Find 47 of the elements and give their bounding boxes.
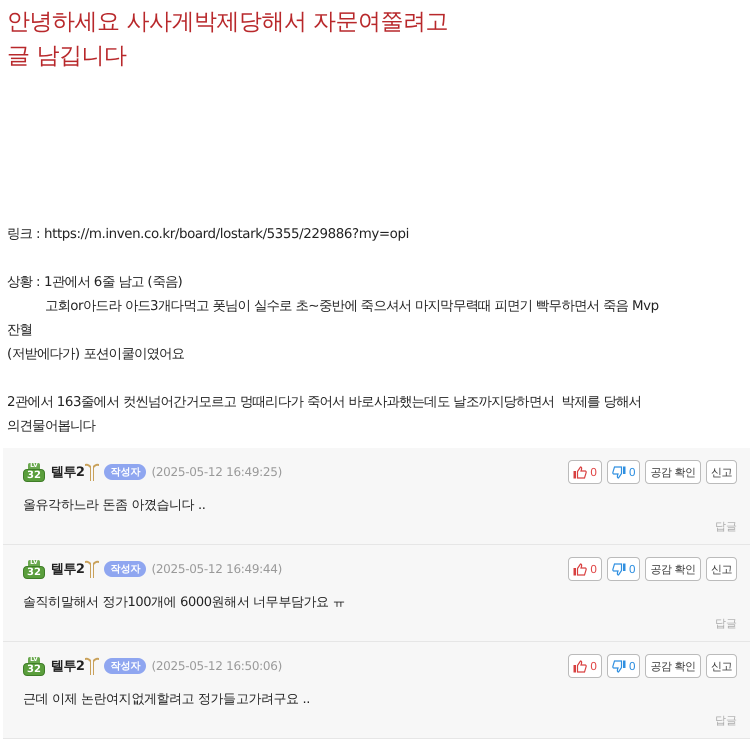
body-text: 상황 : 1관에서 6줄 남고 (죽음) [7,274,184,292]
comment-text: 솔직히말해서 정가100개에 6000원해서 너무부담가요 ㅠ [23,594,346,612]
check-likes-button[interactable]: 공감 확인 [645,557,701,581]
dislike-button[interactable]: 0 [606,654,640,678]
body-text: 2관에서 163줄에서 컷씬넘어간거모르고 멍때리다가 죽어서 바로사과했는데도 날조까지당하면서 박제를 당해서 [7,394,642,412]
comment-text: 올유각하느라 돈좀 아꼈습니다 .. [23,497,206,515]
thumbs-up-icon [573,660,588,672]
report-button[interactable]: 신고 [706,654,737,678]
dislike-button[interactable]: 0 [606,557,640,581]
body-text: 의견물어봅니다 [7,418,97,436]
body-text: 고회or아드라 아드3개다먹고 폿님이 실수로 초~중반에 죽으셔서 마지막무력때 피면기 빡무하면서 죽음 Mvp [44,298,660,316]
like-button[interactable]: 0 [568,654,602,678]
check-likes-button[interactable]: 공감 확인 [645,654,701,678]
comment-text: 근데 이제 논란여지없게할려고 정가들고가려구요 .. [23,691,311,709]
body-text: 링크 : https://m.inven.co.kr/board/lostark/5355/229886?my=opi [7,226,410,244]
thumbs-down-icon [612,660,626,672]
body-text: 잔혈 [7,322,34,340]
reply-link[interactable]: 답글 [715,616,737,631]
emblem-icon [84,559,100,579]
comment-time: (2025-05-12 16:49:25) [151,465,282,479]
reply-link[interactable]: 답글 [715,519,737,534]
author-name: 텔투2 [50,464,84,481]
report-button[interactable]: 신고 [706,460,737,484]
comment-time: (2025-05-12 16:49:44) [151,562,282,576]
level-badge: 32 [23,566,45,578]
emblem-icon [84,462,100,482]
thumbs-up-icon [573,562,588,576]
dislike-button[interactable]: 0 [606,460,640,484]
author-tag: 작성자 [104,561,146,577]
level-badge: 32 [23,468,45,482]
author-name: 텔투2 [50,561,84,578]
thumbs-up-icon [573,466,588,478]
level-badge: 32 [23,662,45,676]
comment-time: (2025-05-12 16:50:06) [151,659,282,673]
thumbs-down-icon [612,562,626,576]
report-button[interactable]: 신고 [706,557,737,581]
reply-link[interactable]: 답글 [715,713,737,728]
post-title: 안녕하세요 사사게박제당해서 자문여쭐려고 글 남깁니다 [7,8,450,71]
emblem-icon [84,656,100,676]
author-tag: 작성자 [104,464,146,480]
check-likes-button[interactable]: 공감 확인 [645,460,701,484]
body-text: (저받에다가) 포션이쿨이였어요 [7,346,186,364]
like-button[interactable]: 0 [568,557,602,581]
like-button[interactable]: 0 [568,460,602,484]
thumbs-down-icon [612,466,626,478]
author-tag: 작성자 [104,658,146,674]
author-name: 텔투2 [50,658,84,675]
